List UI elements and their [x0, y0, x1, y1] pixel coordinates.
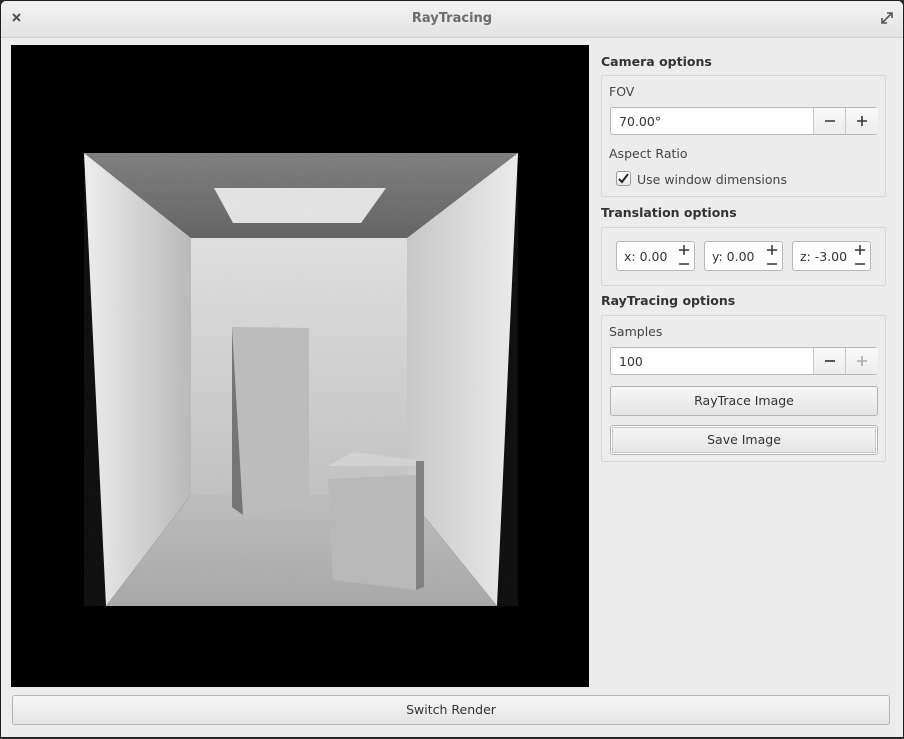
translation-y-increment-button[interactable] — [764, 243, 780, 256]
translation-y-value[interactable]: y: 0.00 — [712, 249, 755, 264]
fov-decrement-button[interactable] — [813, 108, 846, 134]
translation-y-spinbutton[interactable]: y: 0.00 — [704, 241, 783, 271]
render-viewport[interactable] — [11, 45, 589, 687]
minus-icon — [825, 360, 835, 362]
switch-render-button[interactable]: Switch Render — [12, 695, 890, 725]
plus-icon — [767, 245, 777, 255]
maximize-icon — [881, 12, 893, 24]
plus-icon — [679, 245, 689, 255]
raytrace-image-button[interactable]: RayTrace Image — [610, 386, 878, 416]
samples-spinbutton[interactable]: 100 — [610, 347, 878, 375]
maximize-window-button[interactable] — [879, 10, 895, 26]
camera-options-frame: FOV 70.00° Aspect Ratio Use window dimen… — [601, 75, 886, 197]
samples-increment-button[interactable] — [845, 348, 878, 374]
samples-label: Samples — [609, 324, 663, 339]
plus-icon — [855, 245, 865, 255]
fov-label: FOV — [609, 84, 635, 99]
samples-decrement-button[interactable] — [813, 348, 846, 374]
translation-z-decrement-button[interactable] — [852, 256, 868, 269]
minus-icon — [679, 263, 689, 265]
app-window: RayTracing Camera options FOV 70.00° Asp… — [1, 1, 903, 737]
fov-increment-button[interactable] — [845, 108, 878, 134]
translation-z-value[interactable]: z: -3.00 — [800, 249, 847, 264]
minus-icon — [855, 263, 865, 265]
raytracing-options-title: RayTracing options — [601, 293, 736, 308]
raytraced-image — [84, 153, 518, 606]
aspect-ratio-label: Aspect Ratio — [609, 146, 688, 161]
use-window-dimensions-label[interactable]: Use window dimensions — [637, 172, 787, 187]
raytracing-options-frame: Samples 100 RayTrace Image Save Image — [601, 315, 886, 462]
translation-x-decrement-button[interactable] — [676, 256, 692, 269]
checkmark-icon — [618, 173, 629, 184]
title-bar: RayTracing — [1, 1, 903, 38]
translation-y-decrement-button[interactable] — [764, 256, 780, 269]
translation-options-frame: x: 0.00 y: 0.00 z: -3.00 — [601, 227, 886, 286]
fov-value[interactable]: 70.00° — [619, 114, 661, 129]
use-window-dimensions-checkbox[interactable] — [616, 171, 631, 186]
fov-spinbutton[interactable]: 70.00° — [610, 107, 878, 135]
translation-x-value[interactable]: x: 0.00 — [624, 249, 667, 264]
minus-icon — [767, 263, 777, 265]
save-image-button[interactable]: Save Image — [610, 425, 878, 455]
plus-icon — [857, 356, 867, 366]
samples-value[interactable]: 100 — [619, 354, 643, 369]
plus-icon — [857, 116, 867, 126]
camera-options-title: Camera options — [601, 54, 712, 69]
window-title: RayTracing — [411, 11, 493, 26]
translation-x-increment-button[interactable] — [676, 243, 692, 256]
translation-z-spinbutton[interactable]: z: -3.00 — [792, 241, 871, 271]
translation-z-increment-button[interactable] — [852, 243, 868, 256]
translation-options-title: Translation options — [601, 205, 737, 220]
minus-icon — [825, 120, 835, 122]
translation-x-spinbutton[interactable]: x: 0.00 — [616, 241, 695, 271]
